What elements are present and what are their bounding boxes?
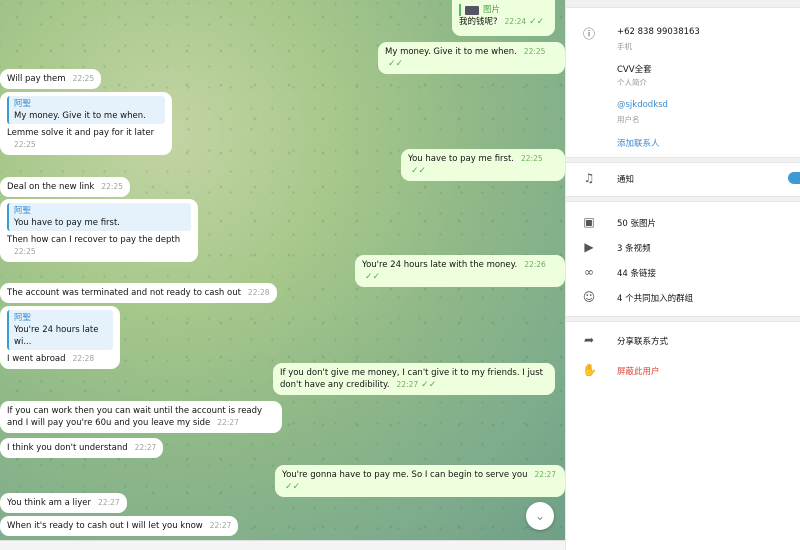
- message-time: 22:27: [396, 380, 419, 389]
- media-links[interactable]: 44 条链接: [617, 267, 656, 279]
- message-time: 22:25: [101, 182, 123, 191]
- read-checkmarks-icon: ✓✓: [411, 166, 427, 176]
- section-divider: [566, 316, 800, 322]
- message-time: 22:25: [523, 47, 546, 56]
- message-text: You have to pay me first.: [408, 154, 515, 164]
- message-text: You're gonna have to pay me. So I can be…: [282, 470, 528, 480]
- photo-icon: ▣: [583, 215, 595, 229]
- message-input-bar[interactable]: [0, 540, 565, 550]
- reply-quote[interactable]: 阿聖 You have to pay me first.: [7, 203, 191, 231]
- incoming-message-8[interactable]: I think you don't understand 22:27: [0, 438, 164, 458]
- groups-icon: ☺: [582, 290, 596, 304]
- message-text: The account was terminated and not ready…: [7, 288, 241, 298]
- message-time: 22:26: [524, 260, 546, 269]
- incoming-message-5[interactable]: The account was terminated and not ready…: [0, 283, 277, 303]
- message-time: 22:25: [14, 140, 36, 149]
- reply-author: 阿聖: [14, 313, 32, 323]
- bell-icon: ♫: [583, 171, 595, 185]
- incoming-message-1[interactable]: Will pay them 22:25: [0, 69, 102, 89]
- message-text: Deal on the new link: [7, 182, 95, 192]
- info-icon: ⓘ: [582, 27, 595, 41]
- image-thumbnail: [465, 5, 479, 15]
- section-divider: [566, 196, 800, 202]
- incoming-message-6[interactable]: 阿聖 You're 24 hours late wi... I went abr…: [0, 306, 120, 369]
- chevron-down-icon: ⌄: [534, 509, 546, 523]
- outgoing-message-3[interactable]: You have to pay me first. 22:25 ✓✓: [401, 149, 565, 181]
- common-groups[interactable]: 4 个共同加入的群组: [617, 292, 693, 304]
- message-time: 22:25: [521, 154, 543, 163]
- phone-label: 手机: [617, 42, 632, 51]
- reply-quote[interactable]: 阿聖 My money. Give it to me when.: [7, 96, 165, 124]
- reply-author: 阿聖: [14, 99, 32, 109]
- block-user-button[interactable]: 屏蔽此用户: [617, 365, 660, 377]
- outgoing-message-2[interactable]: My money. Give it to me when. 22:25 ✓✓: [378, 42, 565, 74]
- message-text: Then how can I recover to pay the depth: [7, 235, 181, 245]
- username-label: 用户名: [617, 115, 640, 124]
- outgoing-message-4[interactable]: You're 24 hours late with the money. 22:2…: [355, 255, 565, 287]
- message-text: You're 24 hours late with the money.: [362, 260, 518, 270]
- media-videos[interactable]: 3 条视频: [617, 242, 651, 254]
- telegram-window: 图片 我的钱呢? 22:24 ✓✓ My money. Give it to me …: [0, 0, 800, 550]
- reply-quote[interactable]: 阿聖 You're 24 hours late wi...: [7, 310, 113, 350]
- reply-text: You have to pay me first.: [14, 218, 121, 228]
- bio-text[interactable]: CVV全套: [617, 63, 652, 75]
- outgoing-message-6[interactable]: You're gonna have to pay me. So I can be…: [275, 465, 565, 497]
- link-icon: ∞: [584, 265, 594, 279]
- message-time: 22:25: [72, 74, 95, 83]
- block-hand-icon: ✋: [582, 363, 597, 377]
- share-icon: ➦: [583, 333, 595, 347]
- message-text: I think you don't understand: [7, 443, 128, 453]
- incoming-message-7[interactable]: If you can work then you can wait until …: [0, 401, 282, 433]
- reply-text: You're 24 hours late wi...: [14, 325, 99, 347]
- read-checkmarks-icon: ✓✓: [365, 272, 381, 282]
- image-reply-label: 图片: [483, 5, 501, 15]
- video-icon: ▶: [584, 240, 594, 254]
- scroll-down-button[interactable]: ⌄: [526, 502, 554, 530]
- message-time: 22:27: [217, 418, 239, 427]
- read-checkmarks-icon: ✓✓: [388, 59, 404, 69]
- message-time: 22:28: [247, 288, 270, 297]
- message-text: Will pay them: [7, 74, 66, 84]
- image-reply-preview: 图片: [459, 4, 548, 16]
- add-contact-link[interactable]: 添加联系人: [617, 137, 660, 149]
- message-text: When it's ready to cash out I will let y…: [7, 521, 203, 531]
- message-time: 22:27: [98, 498, 120, 507]
- section-divider: [566, 157, 800, 163]
- outgoing-message-5[interactable]: If you don't give me money, I can't give…: [273, 363, 555, 395]
- notifications-toggle[interactable]: [788, 172, 800, 184]
- read-checkmarks-icon: ✓✓: [529, 17, 545, 27]
- incoming-message-2[interactable]: 阿聖 My money. Give it to me when. Lemme s…: [0, 92, 172, 155]
- incoming-message-9[interactable]: You think am a liyer 22:27: [0, 493, 127, 513]
- message-time: 22:28: [72, 354, 95, 363]
- message-time: 22:24: [504, 17, 527, 26]
- message-text: Lemme solve it and pay for it later: [7, 128, 155, 138]
- message-time: 22:27: [134, 443, 157, 452]
- message-text: You think am a liyer: [7, 498, 92, 508]
- bio-label: 个人简介: [617, 78, 647, 87]
- incoming-message-3[interactable]: Deal on the new link 22:25: [0, 177, 130, 197]
- panel-top-divider: [566, 0, 800, 8]
- notifications-label: 通知: [617, 175, 635, 185]
- phone-number[interactable]: +62 838 99038163: [617, 27, 700, 37]
- incoming-message-10[interactable]: When it's ready to cash out I will let y…: [0, 516, 239, 536]
- chat-area[interactable]: 图片 我的钱呢? 22:24 ✓✓ My money. Give it to me …: [0, 0, 565, 540]
- message-time: 22:25: [14, 247, 36, 256]
- username[interactable]: @sjkdodksd: [617, 100, 668, 110]
- reply-author: 阿聖: [14, 206, 32, 216]
- message-text: 我的钱呢?: [459, 17, 498, 27]
- reply-text: My money. Give it to me when.: [14, 111, 146, 121]
- user-info-panel: ⓘ +62 838 99038163 手机 CVV全套 个人简介 @sjkdod…: [565, 0, 800, 550]
- read-checkmarks-icon: ✓✓: [421, 380, 437, 390]
- incoming-message-4[interactable]: 阿聖 You have to pay me first. Then how ca…: [0, 199, 198, 262]
- message-time: 22:27: [534, 470, 557, 479]
- media-photos[interactable]: 50 张图片: [617, 217, 656, 229]
- message-text: I went abroad: [7, 354, 66, 364]
- read-checkmarks-icon: ✓✓: [285, 482, 301, 492]
- message-time: 22:27: [209, 521, 232, 530]
- outgoing-message-1[interactable]: 图片 我的钱呢? 22:24 ✓✓: [452, 0, 555, 36]
- share-contact-button[interactable]: 分享联系方式: [617, 335, 668, 347]
- message-text: My money. Give it to me when.: [385, 47, 517, 57]
